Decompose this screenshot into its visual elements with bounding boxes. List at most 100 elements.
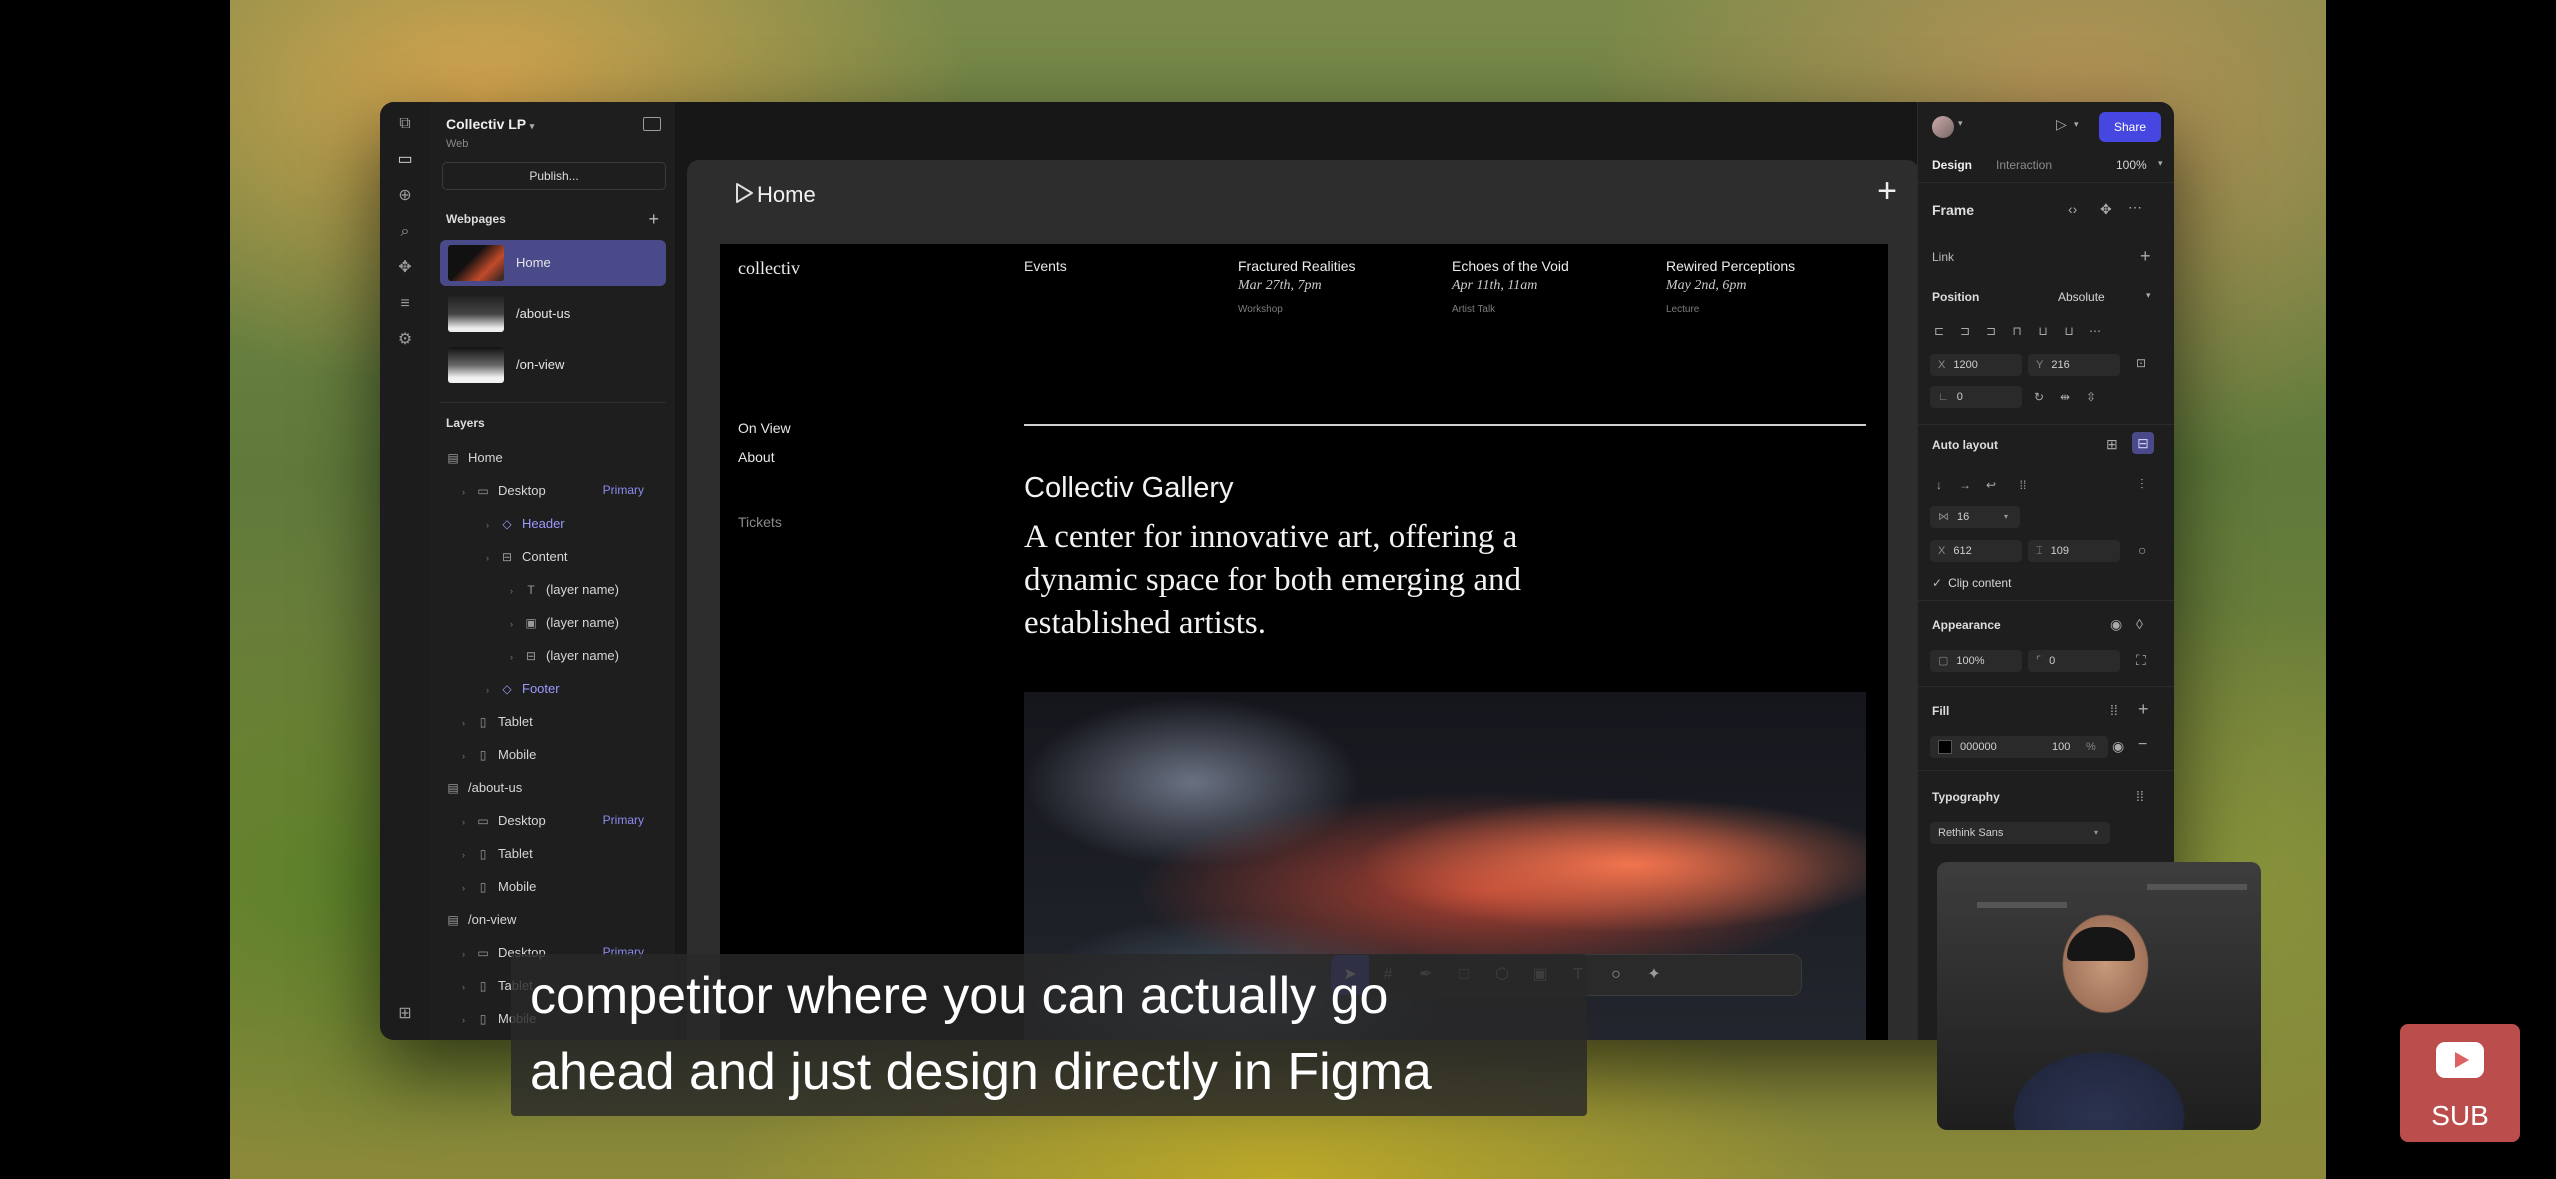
layer-row[interactable]: ▤/about-us <box>446 780 522 800</box>
add-link-icon[interactable]: + <box>2140 246 2151 267</box>
frame-type-label[interactable]: Frame <box>1932 202 1974 218</box>
spacing-settings-icon[interactable]: ⫶ <box>2140 476 2144 493</box>
database-icon[interactable]: ≡ <box>393 292 417 316</box>
add-page-icon[interactable]: + <box>648 210 659 228</box>
align-center-icon[interactable]: ⊐ <box>1952 320 1978 342</box>
code-icon[interactable]: ‹› <box>2068 201 2077 217</box>
constraints-icon[interactable]: ⊡ <box>2136 356 2146 370</box>
clip-content-checkbox[interactable]: ✓ Clip content <box>1932 576 2011 590</box>
flip-vertical-icon[interactable]: ⇳ <box>2078 386 2104 408</box>
padding-icon[interactable]: ○ <box>2138 542 2146 558</box>
publish-button[interactable]: Publish... <box>442 162 666 190</box>
nav-on-view[interactable]: On View <box>738 420 791 436</box>
styles-icon[interactable]: ⁞⁞ <box>2110 702 2118 718</box>
canvas[interactable]: Home + collectiv Events Fractured Realit… <box>675 102 1919 1040</box>
event-item[interactable]: Fractured Realities Mar 27th, 7pm Worksh… <box>1238 258 1356 315</box>
width-field[interactable]: X 612 <box>1930 540 2022 562</box>
plus-circle-icon[interactable]: ⊕ <box>393 184 417 208</box>
fill-color-field[interactable]: 000000 100 % <box>1930 736 2108 758</box>
styles-icon[interactable]: ⁞⁞ <box>2136 788 2144 804</box>
opacity-field[interactable]: ▢ 100% <box>1930 650 2022 672</box>
page-item-on-view[interactable]: /on-view <box>440 342 666 388</box>
layer-row[interactable]: › ◇ Header <box>486 516 565 536</box>
component-icon[interactable]: ✥ <box>2100 201 2112 218</box>
grid-icon[interactable]: ⊞ <box>2106 436 2118 453</box>
figma-logo-icon[interactable]: ⧉ <box>393 112 417 136</box>
chevron-down-icon[interactable]: ▾ <box>2158 158 2163 169</box>
rotate-icon[interactable]: ↻ <box>2026 386 2052 408</box>
subscribe-button[interactable]: SUB <box>2400 1024 2520 1142</box>
home-frame[interactable]: Home + collectiv Events Fractured Realit… <box>687 160 1919 1040</box>
comment-tool-icon[interactable]: ○ <box>1597 955 1635 995</box>
nav-events[interactable]: Events <box>1024 258 1067 274</box>
layer-row[interactable]: › ◇ Footer <box>486 681 560 701</box>
component-icon[interactable]: ✥ <box>393 256 417 280</box>
fill-opacity[interactable]: 100 <box>2052 736 2070 758</box>
flip-horizontal-icon[interactable]: ⇹ <box>2052 386 2078 408</box>
share-button[interactable]: Share <box>2099 112 2161 142</box>
align-top-icon[interactable]: ⊓ <box>2004 320 2030 342</box>
event-item[interactable]: Rewired Perceptions May 2nd, 6pm Lecture <box>1666 258 1795 315</box>
chevron-down-icon[interactable]: ▾ <box>2074 119 2079 130</box>
x-field[interactable]: X 1200 <box>1930 354 2022 376</box>
search-icon[interactable]: ⌕ <box>393 220 417 244</box>
rotation-field[interactable]: ∟ 0 <box>1930 386 2022 408</box>
corner-radius-field[interactable]: ⌜ 0 <box>2028 650 2120 672</box>
layer-row[interactable]: ›▯Tablet <box>462 846 533 866</box>
layer-row[interactable]: › T (layer name) <box>510 582 619 602</box>
page-label: /about-us <box>516 306 571 321</box>
settings-icon[interactable]: ⚙ <box>393 328 417 352</box>
layer-row[interactable]: › ⊟ Content <box>486 549 568 569</box>
remove-fill-icon[interactable]: − <box>2138 736 2147 754</box>
color-swatch[interactable] <box>1938 740 1952 755</box>
eye-icon[interactable]: ◉ <box>2112 738 2124 755</box>
more-icon[interactable]: ⋯ <box>2128 199 2142 216</box>
file-icon[interactable]: ▭ <box>393 148 417 172</box>
add-breakpoint-icon[interactable]: + <box>1877 172 1897 211</box>
drop-icon[interactable]: ◊ <box>2136 616 2143 632</box>
y-field[interactable]: Y 216 <box>2028 354 2120 376</box>
layer-row[interactable]: › ⊟ (layer name) <box>510 648 619 668</box>
layer-row[interactable]: ▤/on-view <box>446 912 516 932</box>
play-icon[interactable]: ▷ <box>2056 116 2067 133</box>
sidebar-toggle-icon[interactable] <box>643 117 661 131</box>
page-item-home[interactable]: Home <box>440 240 666 286</box>
chevron-down-icon[interactable]: ▾ <box>1958 118 1963 129</box>
tab-design[interactable]: Design <box>1932 158 1972 172</box>
nav-tickets[interactable]: Tickets <box>738 514 782 530</box>
alignment-grid-icon[interactable]: ⁞⁞ <box>2010 474 2036 496</box>
layer-row[interactable]: › ▭ Desktop Primary <box>462 483 662 503</box>
layer-row[interactable]: › ▣ (layer name) <box>510 615 619 635</box>
add-fill-icon[interactable]: + <box>2138 699 2149 720</box>
layer-row[interactable]: › ▭ Desktop Primary <box>462 813 662 833</box>
align-middle-icon[interactable]: ⊔ <box>2030 320 2056 342</box>
avatar[interactable] <box>1932 116 1954 138</box>
wrap-icon[interactable]: ↩ <box>1978 474 2004 496</box>
layer-row[interactable]: ›▯Mobile <box>462 747 536 767</box>
align-left-icon[interactable]: ⊏ <box>1926 320 1952 342</box>
align-bottom-icon[interactable]: ⊔ <box>2056 320 2082 342</box>
zoom-level[interactable]: 100% <box>2116 158 2147 172</box>
align-right-icon[interactable]: ⊐ <box>1978 320 2004 342</box>
layer-row[interactable]: ›▯Tablet <box>462 714 533 734</box>
more-icon[interactable]: ⋯ <box>2082 320 2108 342</box>
tab-interaction[interactable]: Interaction <box>1996 158 2052 172</box>
plugins-icon[interactable]: ⊞ <box>393 1002 417 1026</box>
height-field[interactable]: ⌶ 109 <box>2028 540 2120 562</box>
event-item[interactable]: Echoes of the Void Apr 11th, 11am Artist… <box>1452 258 1569 315</box>
nav-about[interactable]: About <box>738 449 775 465</box>
font-family-select[interactable]: Rethink Sans ▾ <box>1930 822 2110 844</box>
auto-layout-toggle-icon[interactable]: ⊟ <box>2132 432 2154 454</box>
direction-right-icon[interactable]: → <box>1952 474 1978 496</box>
project-name[interactable]: Collectiv LP ▾ <box>446 116 534 132</box>
layer-row[interactable]: ›▯Mobile <box>462 879 536 899</box>
position-mode[interactable]: Absolute <box>2058 290 2105 304</box>
actions-tool-icon[interactable]: ✦ <box>1635 955 1673 995</box>
expand-icon[interactable]: ⛶ <box>2136 652 2146 669</box>
eye-icon[interactable]: ◉ <box>2110 616 2122 633</box>
layer-row[interactable]: ▤ Home <box>446 450 502 470</box>
chevron-down-icon[interactable]: ▾ <box>2146 290 2151 301</box>
page-item-about-us[interactable]: /about-us <box>440 291 666 337</box>
direction-down-icon[interactable]: ↓ <box>1926 474 1952 496</box>
gap-field[interactable]: ⋈ 16 ▾ <box>1930 506 2020 528</box>
